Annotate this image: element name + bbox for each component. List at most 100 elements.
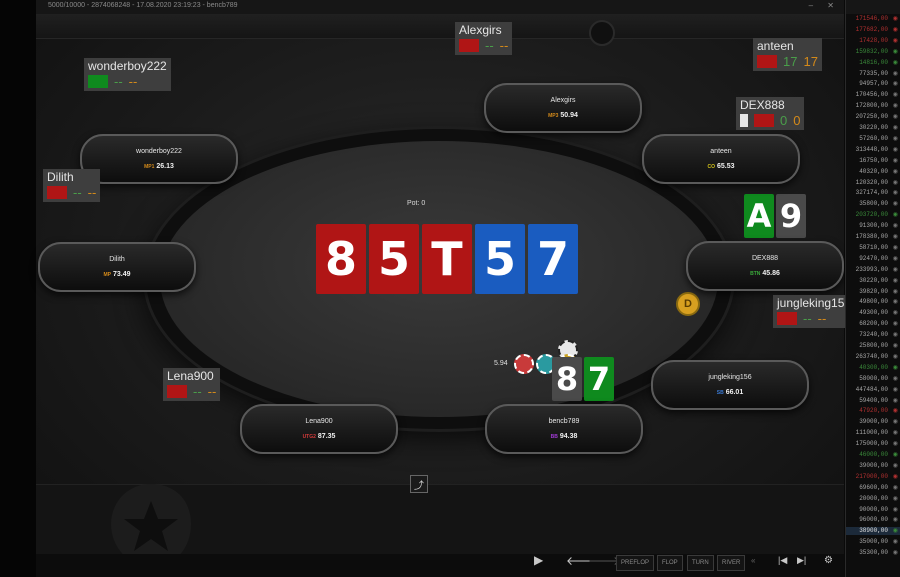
eye-icon[interactable]: ◉	[893, 506, 898, 513]
sidebar-row[interactable]: 35300,00 ◉	[846, 549, 900, 557]
eye-icon[interactable]: ◉	[893, 527, 898, 534]
sidebar-row[interactable]: 59400,00 ◉	[846, 397, 900, 405]
sidebar-row[interactable]: 47920,00 ◉	[846, 407, 900, 415]
eye-icon[interactable]: ◉	[893, 146, 898, 153]
eye-icon[interactable]: ◉	[893, 48, 898, 55]
eye-icon[interactable]: ◉	[893, 124, 898, 131]
eye-icon[interactable]: ◉	[893, 386, 898, 393]
eye-icon[interactable]: ◉	[893, 211, 898, 218]
sidebar-row[interactable]: 177682,00 ◉	[846, 26, 900, 34]
eye-icon[interactable]: ◉	[893, 484, 898, 491]
hud-panel[interactable]: anteen 17 17	[753, 38, 822, 71]
eye-icon[interactable]: ◉	[893, 135, 898, 142]
eye-icon[interactable]: ◉	[893, 418, 898, 425]
sidebar-row[interactable]: 68200,00 ◉	[846, 320, 900, 328]
street-button-flop[interactable]: FLOP	[657, 555, 683, 571]
sidebar-row[interactable]: 77335,00 ◉	[846, 70, 900, 78]
eye-icon[interactable]: ◉	[893, 157, 898, 164]
sidebar-row[interactable]: 159832,00 ◉	[846, 48, 900, 56]
eye-icon[interactable]: ◉	[893, 244, 898, 251]
sidebar-row[interactable]: 20000,00 ◉	[846, 495, 900, 503]
sidebar-row[interactable]: 30220,00 ◉	[846, 277, 900, 285]
sidebar-row[interactable]: 73240,00 ◉	[846, 331, 900, 339]
eye-icon[interactable]: ◉	[893, 179, 898, 186]
sidebar-row[interactable]: 39000,00 ◉	[846, 462, 900, 470]
eye-icon[interactable]: ◉	[893, 495, 898, 502]
sidebar-row[interactable]: 233993,00 ◉	[846, 266, 900, 274]
sidebar-row[interactable]: 69600,00 ◉	[846, 484, 900, 492]
player-seat[interactable]: Dilith MP 73.49	[38, 242, 196, 292]
eye-icon[interactable]: ◉	[893, 451, 898, 458]
eye-icon[interactable]: ◉	[893, 189, 898, 196]
sidebar-row[interactable]: 40300,00 ◉	[846, 364, 900, 372]
eye-icon[interactable]: ◉	[893, 277, 898, 284]
sidebar-row[interactable]: 172800,00 ◉	[846, 102, 900, 110]
play-button[interactable]: ▶	[534, 553, 543, 567]
sidebar-row[interactable]: 35800,00 ◉	[846, 200, 900, 208]
eye-icon[interactable]: ◉	[893, 342, 898, 349]
sidebar-row[interactable]: 35000,00 ◉	[846, 538, 900, 546]
player-seat[interactable]: Alexgirs MP3 50.94	[484, 83, 642, 133]
eye-icon[interactable]: ◉	[893, 298, 898, 305]
eye-icon[interactable]: ◉	[893, 80, 898, 87]
hud-panel[interactable]: jungleking156 -- --	[773, 295, 856, 328]
first-hand-button[interactable]: |◀	[778, 555, 787, 566]
eye-icon[interactable]: ◉	[893, 407, 898, 414]
sidebar-row[interactable]: 313448,00 ◉	[846, 146, 900, 154]
sidebar-row[interactable]: 14816,00 ◉	[846, 59, 900, 67]
sidebar-row[interactable]: 39000,00 ◉	[846, 418, 900, 426]
sidebar-row[interactable]: 57260,00 ◉	[846, 135, 900, 143]
sidebar-row[interactable]: 178380,00 ◉	[846, 233, 900, 241]
eye-icon[interactable]: ◉	[893, 353, 898, 360]
sidebar-row[interactable]: 94957,00 ◉	[846, 80, 900, 88]
eye-icon[interactable]: ◉	[893, 70, 898, 77]
sidebar-row[interactable]: 217000,00 ◉	[846, 473, 900, 481]
sidebar-row[interactable]: 120320,00 ◉	[846, 179, 900, 187]
player-seat[interactable]: wonderboy222 MP1 26.13	[80, 134, 238, 184]
sidebar-row[interactable]: 30220,00 ◉	[846, 124, 900, 132]
eye-icon[interactable]: ◉	[893, 255, 898, 262]
sidebar-row[interactable]: 38900,00 ◉	[846, 527, 900, 536]
eye-icon[interactable]: ◉	[893, 309, 898, 316]
sidebar-row[interactable]: 111000,00 ◉	[846, 429, 900, 437]
replay-toggle-icon[interactable]: ⤴	[410, 475, 428, 493]
player-seat[interactable]: Lena900 UTG2 87.35	[240, 404, 398, 454]
sidebar-row[interactable]: 16750,00 ◉	[846, 157, 900, 165]
sidebar-row[interactable]: 90000,00 ◉	[846, 506, 900, 514]
sidebar-row[interactable]: 46000,00 ◉	[846, 451, 900, 459]
eye-icon[interactable]: ◉	[893, 473, 898, 480]
player-seat[interactable]: bencb789 BB 94.38	[485, 404, 643, 454]
eye-icon[interactable]: ◉	[893, 113, 898, 120]
eye-icon[interactable]: ◉	[893, 516, 898, 523]
sidebar-row[interactable]: 91300,00 ◉	[846, 222, 900, 230]
sidebar-row[interactable]: 207250,00 ◉	[846, 113, 900, 121]
eye-icon[interactable]: ◉	[893, 320, 898, 327]
settings-gear-icon[interactable]: ⚙	[824, 555, 833, 566]
eye-icon[interactable]: ◉	[893, 440, 898, 447]
sidebar-row[interactable]: 40320,00 ◉	[846, 168, 900, 176]
eye-icon[interactable]: ◉	[893, 91, 898, 98]
eye-icon[interactable]: ◉	[893, 266, 898, 273]
sidebar-row[interactable]: 17428,00 ◉	[846, 37, 900, 45]
last-hand-button[interactable]: ▶|	[797, 555, 806, 566]
hud-panel[interactable]: wonderboy222 -- --	[84, 58, 171, 91]
eye-icon[interactable]: ◉	[893, 26, 898, 33]
sidebar-row[interactable]: 327174,00 ◉	[846, 189, 900, 197]
street-button-preflop[interactable]: PREFLOP	[616, 555, 655, 571]
hud-panel[interactable]: Dilith -- --	[43, 169, 101, 202]
sidebar-row[interactable]: 96000,00 ◉	[846, 516, 900, 524]
eye-icon[interactable]: ◉	[893, 222, 898, 229]
eye-icon[interactable]: ◉	[893, 429, 898, 436]
sidebar-row[interactable]: 170456,00 ◉	[846, 91, 900, 99]
sidebar-row[interactable]: 447484,00 ◉	[846, 386, 900, 394]
eye-icon[interactable]: ◉	[893, 462, 898, 469]
sidebar-row[interactable]: 203720,00 ◉	[846, 211, 900, 219]
street-button-river[interactable]: RIVER	[717, 555, 746, 571]
street-button-turn[interactable]: TURN	[687, 555, 714, 571]
eye-icon[interactable]: ◉	[893, 168, 898, 175]
hud-panel[interactable]: DEX888 0 0	[736, 97, 805, 130]
eye-icon[interactable]: ◉	[893, 375, 898, 382]
player-seat[interactable]: jungleking156 SB 66.01	[651, 360, 809, 410]
window-controls[interactable]: – ✕	[809, 1, 840, 10]
double-left-button[interactable]: «	[751, 556, 755, 565]
